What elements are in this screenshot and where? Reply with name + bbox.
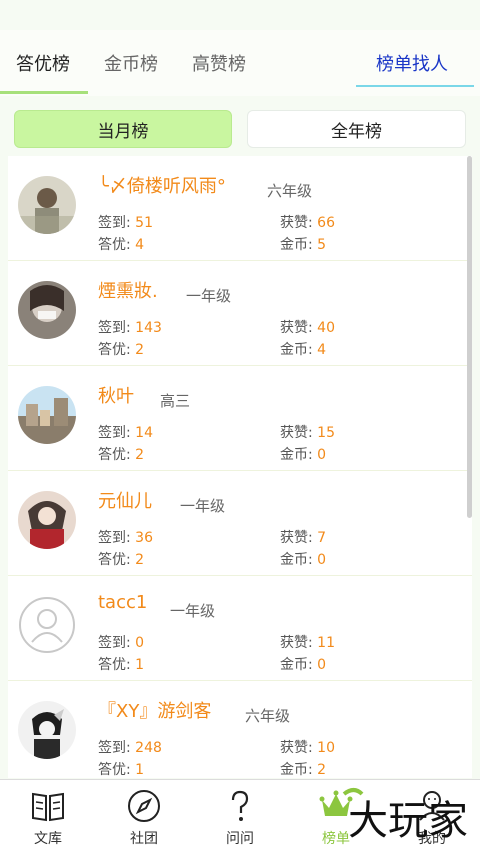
scrollbar[interactable]	[467, 156, 472, 518]
nav-label: 我的	[418, 831, 446, 847]
stat-likes: 获赞: 15	[280, 425, 335, 441]
stat-answers: 答优: 2	[98, 342, 145, 358]
compass-icon	[128, 790, 160, 822]
list-item[interactable]: 煙熏妝. 一年级 签到: 143 获赞: 40 答优: 2 金币: 4	[8, 261, 472, 366]
stat-checkin: 签到: 51	[98, 215, 153, 231]
bottom-nav: 文库 社团 问问 榜单 我的	[0, 779, 480, 853]
rank-list[interactable]: ╰〆倚楼听风雨° 六年级 签到: 51 获赞: 66 答优: 4 金币: 5 煙…	[8, 156, 472, 778]
nav-me[interactable]: 我的	[384, 780, 480, 853]
avatar	[18, 176, 76, 234]
user-name[interactable]: 『XY』游剑客	[98, 697, 211, 723]
nav-label: 榜单	[322, 831, 350, 847]
default-avatar-icon	[18, 596, 76, 654]
user-name[interactable]: ╰〆倚楼听风雨°	[98, 172, 226, 198]
nav-label: 问问	[226, 831, 254, 847]
stat-answers: 答优: 2	[98, 447, 145, 463]
list-item[interactable]: ╰〆倚楼听风雨° 六年级 签到: 51 获赞: 66 答优: 4 金币: 5	[8, 156, 472, 261]
segment-month[interactable]: 当月榜	[14, 110, 232, 148]
question-icon	[231, 790, 249, 821]
list-item[interactable]: 元仙儿 一年级 签到: 36 获赞: 7 答优: 2 金币: 0	[8, 471, 472, 576]
user-grade: 一年级	[180, 497, 226, 515]
stat-checkin: 签到: 0	[98, 635, 145, 651]
user-grade: 一年级	[170, 602, 216, 620]
tab-coin-rank[interactable]: 金币榜	[104, 50, 158, 76]
nav-ask[interactable]: 问问	[192, 780, 288, 853]
crown-icon	[319, 790, 353, 816]
user-name[interactable]: tacc1	[98, 592, 147, 613]
user-grade: 六年级	[245, 707, 291, 725]
stat-likes: 获赞: 10	[280, 740, 335, 756]
stat-checkin: 签到: 248	[98, 740, 162, 756]
user-grade: 高三	[160, 392, 191, 410]
list-item[interactable]: tacc1 一年级 签到: 0 获赞: 11 答优: 1 金币: 0	[8, 576, 472, 681]
stat-answers: 答优: 4	[98, 237, 145, 253]
stat-coins: 金币: 4	[280, 342, 327, 358]
user-grade: 一年级	[186, 287, 232, 305]
stat-checkin: 签到: 143	[98, 320, 162, 336]
stat-answers: 答优: 2	[98, 552, 145, 568]
stat-likes: 获赞: 66	[280, 215, 335, 231]
stat-answers: 答优: 1	[98, 657, 145, 673]
find-person-button[interactable]: 榜单找人	[376, 50, 448, 76]
avatar	[18, 701, 76, 759]
user-name[interactable]: 秋叶	[98, 382, 134, 408]
user-icon	[419, 791, 445, 821]
stat-likes: 获赞: 7	[280, 530, 327, 546]
user-grade: 六年级	[267, 182, 313, 200]
user-name[interactable]: 元仙儿	[98, 487, 152, 513]
avatar	[18, 386, 76, 444]
stat-checkin: 签到: 14	[98, 425, 153, 441]
stat-coins: 金币: 0	[280, 447, 327, 463]
user-name[interactable]: 煙熏妝.	[98, 277, 158, 303]
tab-answer-rank[interactable]: 答优榜	[16, 50, 70, 76]
stat-coins: 金币: 5	[280, 237, 327, 253]
nav-rank[interactable]: 榜单	[288, 780, 384, 853]
avatar	[18, 281, 76, 339]
avatar	[18, 491, 76, 549]
active-tab-indicator	[0, 91, 88, 94]
stat-coins: 金币: 0	[280, 552, 327, 568]
nav-club[interactable]: 社团	[96, 780, 192, 853]
list-item[interactable]: 『XY』游剑客 六年级 签到: 248 获赞: 10 答优: 1 金币: 2	[8, 681, 472, 778]
segment-year[interactable]: 全年榜	[247, 110, 466, 148]
nav-label: 社团	[130, 831, 158, 847]
nav-library[interactable]: 文库	[0, 780, 96, 853]
stat-answers: 答优: 1	[98, 762, 145, 778]
stat-likes: 获赞: 11	[280, 635, 335, 651]
tab-like-rank[interactable]: 高赞榜	[192, 50, 246, 76]
stat-coins: 金币: 2	[280, 762, 327, 778]
stat-likes: 获赞: 40	[280, 320, 335, 336]
nav-label: 文库	[34, 831, 62, 847]
stat-checkin: 签到: 36	[98, 530, 153, 546]
find-underline	[356, 85, 474, 87]
stat-coins: 金币: 0	[280, 657, 327, 673]
status-bar	[0, 0, 480, 30]
list-item[interactable]: 秋叶 高三 签到: 14 获赞: 15 答优: 2 金币: 0	[8, 366, 472, 471]
book-icon	[32, 792, 64, 822]
